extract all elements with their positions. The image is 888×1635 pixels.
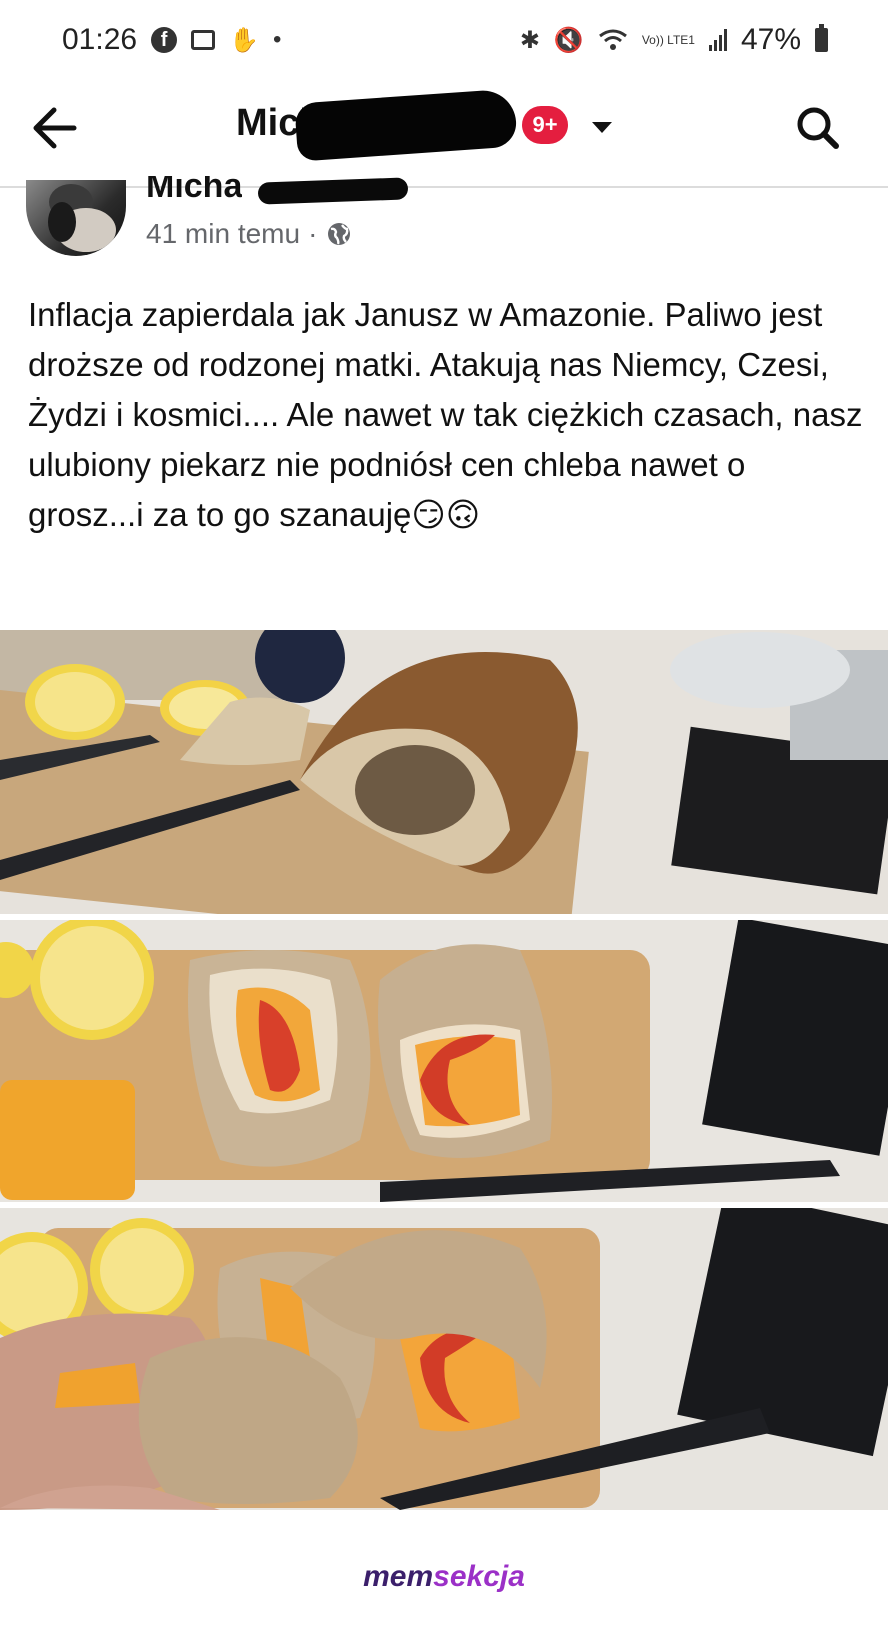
status-right: ✱ 🔇 Vo)) LTE1 47% [520, 23, 828, 57]
status-bar: 01:26 f ✋ • ✱ 🔇 Vo)) LTE1 47% [0, 0, 888, 80]
post-photo-3[interactable] [0, 1208, 888, 1510]
redaction-mark [294, 88, 518, 162]
caret-down-icon[interactable] [592, 122, 612, 133]
bluetooth-icon: ✱ [519, 26, 540, 54]
separator: · [308, 218, 318, 249]
battery-percent: 47% [740, 23, 801, 56]
hand-icon: ✋ [229, 26, 259, 54]
post-time[interactable]: 41 min temu [146, 218, 300, 250]
search-icon[interactable] [790, 100, 846, 156]
avatar[interactable] [26, 180, 126, 256]
watermark-part-1: mem [363, 1560, 434, 1593]
post-photo-2[interactable] [0, 920, 888, 1202]
top-nav: Mich 9+ [0, 80, 888, 188]
wifi-icon [598, 29, 627, 50]
post-text: Inflacja zapierdala jak Janusz w Amazoni… [28, 296, 863, 533]
back-arrow-icon[interactable] [26, 98, 86, 158]
watermark-part-2: sekcja [433, 1560, 525, 1593]
dot-icon: • [272, 26, 282, 53]
clock: 01:26 [62, 23, 138, 56]
post-meta: 41 min temu · [146, 218, 353, 250]
battery-icon [815, 24, 828, 52]
post-header: Micha 41 min temu · [0, 176, 888, 268]
mute-icon: 🔇 [553, 26, 584, 54]
globe-icon [328, 223, 351, 245]
network-label: Vo)) LTE1 [641, 33, 695, 47]
redaction-mark [257, 177, 409, 205]
author-name[interactable]: Micha [146, 176, 242, 198]
notification-badge[interactable]: 9+ [522, 106, 568, 144]
facebook-icon: f [151, 27, 178, 53]
gallery-icon [191, 30, 216, 50]
watermark: memsekcja [0, 1560, 888, 1594]
signal-icon [708, 29, 727, 51]
status-left: 01:26 f ✋ • [62, 23, 281, 57]
post-photo-1[interactable] [0, 630, 888, 914]
